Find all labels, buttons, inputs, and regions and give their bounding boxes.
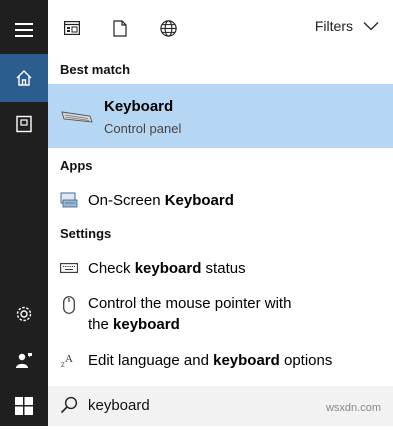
search-box[interactable]: keyboard wsxdn.com: [48, 386, 393, 426]
result-label-text: status: [201, 259, 246, 277]
keyboard-icon: [61, 111, 93, 123]
best-match-title: Keyboard: [104, 98, 174, 115]
chevron-down-icon: [363, 22, 379, 31]
globe-icon: [159, 19, 177, 37]
document-icon: [113, 19, 127, 37]
notebook-button[interactable]: [0, 100, 48, 148]
home-icon: [16, 70, 32, 86]
hamburger-icon: [15, 23, 33, 37]
search-results-panel: Filters Best match Keyboard Control pane…: [48, 0, 393, 386]
result-label-match: keyboard: [113, 316, 180, 333]
svg-text:A: A: [65, 353, 73, 365]
notebook-icon: [16, 115, 32, 133]
result-label-match: keyboard: [134, 259, 202, 277]
result-label: On-Screen Keyboard: [88, 190, 234, 211]
best-match-result[interactable]: Keyboard Control panel: [48, 84, 393, 148]
result-check-keyboard-status[interactable]: Check keyboard status: [48, 256, 393, 280]
result-label: Check keyboard status: [88, 258, 246, 279]
result-label-match: keyboard: [213, 351, 280, 369]
gear-icon: [16, 306, 32, 322]
home-button[interactable]: [0, 54, 48, 102]
windows-start-button[interactable]: [0, 382, 48, 430]
result-edit-language-keyboard[interactable]: A Z Edit language and keyboard options: [48, 348, 393, 372]
settings-button[interactable]: [0, 290, 48, 338]
result-control-mouse-pointer[interactable]: Control the mouse pointer with the keyboa…: [48, 292, 393, 336]
web-filter-button[interactable]: [154, 14, 182, 42]
result-label-text: Edit language and: [88, 351, 214, 369]
best-match-heading: Best match: [60, 62, 131, 77]
result-on-screen-keyboard[interactable]: On-Screen Keyboard: [48, 188, 393, 212]
documents-filter-button[interactable]: [106, 14, 134, 42]
search-icon: [60, 396, 78, 414]
feedback-button[interactable]: [0, 336, 48, 384]
mouse-icon: [58, 294, 80, 316]
result-label-text: options: [279, 351, 333, 369]
keyboard-outline-icon: [58, 257, 80, 279]
result-label-text: On-Screen: [88, 191, 165, 209]
hamburger-menu-button[interactable]: [0, 6, 48, 54]
start-sidebar: [0, 0, 48, 426]
search-query: keyboard: [88, 397, 150, 414]
result-label: Control the mouse pointer with the keyboa…: [88, 293, 291, 335]
result-label: Edit language and keyboard options: [88, 350, 332, 371]
result-label-text: the: [88, 316, 114, 333]
feedback-person-icon: [16, 353, 32, 368]
apps-filter-button[interactable]: [58, 14, 86, 42]
result-label-text: Control the mouse pointer with: [88, 295, 292, 312]
settings-heading: Settings: [60, 226, 112, 241]
apps-heading: Apps: [60, 158, 93, 173]
filter-toolbar: Filters: [48, 0, 393, 56]
filters-dropdown[interactable]: Filters: [315, 18, 379, 34]
filters-label: Filters: [314, 18, 353, 34]
best-match-subtitle: Control panel: [104, 121, 182, 136]
svg-text:Z: Z: [61, 363, 65, 368]
result-label-match: Keyboard: [164, 191, 234, 209]
result-label-text: Check: [88, 259, 135, 277]
apps-filter-icon: [64, 21, 80, 35]
on-screen-keyboard-icon: [58, 189, 80, 211]
watermark: wsxdn.com: [325, 402, 381, 414]
windows-logo-icon: [15, 397, 33, 415]
language-icon: A Z: [58, 349, 80, 371]
